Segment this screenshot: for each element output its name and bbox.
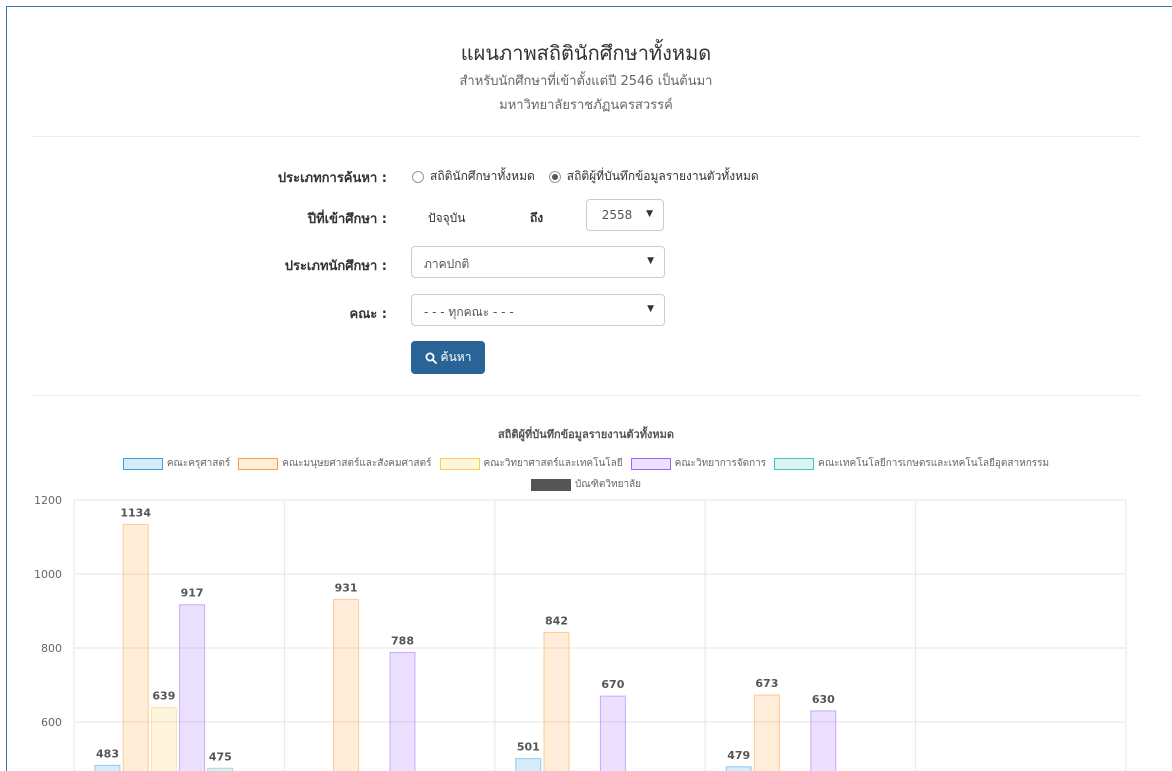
bar (543, 631, 570, 771)
bar-value-label: 842 (545, 614, 568, 627)
y-tick-label: 600 (41, 716, 62, 729)
bar-value-label: 483 (96, 747, 119, 760)
y-tick-label: 1200 (34, 494, 62, 507)
bar-value-label: 670 (601, 678, 624, 691)
bar-value-label: 479 (727, 749, 750, 762)
bar-value-label: 917 (181, 587, 204, 600)
bar-value-label: 639 (152, 690, 175, 703)
bar-value-label: 673 (755, 677, 778, 690)
bar-value-label: 501 (517, 741, 540, 754)
bar (810, 710, 837, 771)
y-tick-label: 800 (41, 642, 62, 655)
bar-value-label: 1134 (120, 506, 151, 519)
bar-value-label: 630 (812, 693, 835, 706)
bar-value-label: 788 (391, 634, 414, 647)
bar (515, 758, 542, 771)
bar (179, 604, 206, 771)
bar (122, 523, 149, 771)
bar (150, 707, 177, 771)
bar (725, 766, 752, 771)
bar-value-label: 931 (335, 582, 358, 595)
bar (94, 764, 121, 771)
bar (333, 599, 360, 771)
bar (389, 651, 416, 771)
bar-chart: 1200100080060048340050147911349318426736… (34, 494, 1127, 771)
bar (753, 694, 780, 771)
bar-value-label: 475 (209, 750, 232, 763)
bar (599, 695, 626, 771)
y-tick-label: 1000 (34, 568, 62, 581)
